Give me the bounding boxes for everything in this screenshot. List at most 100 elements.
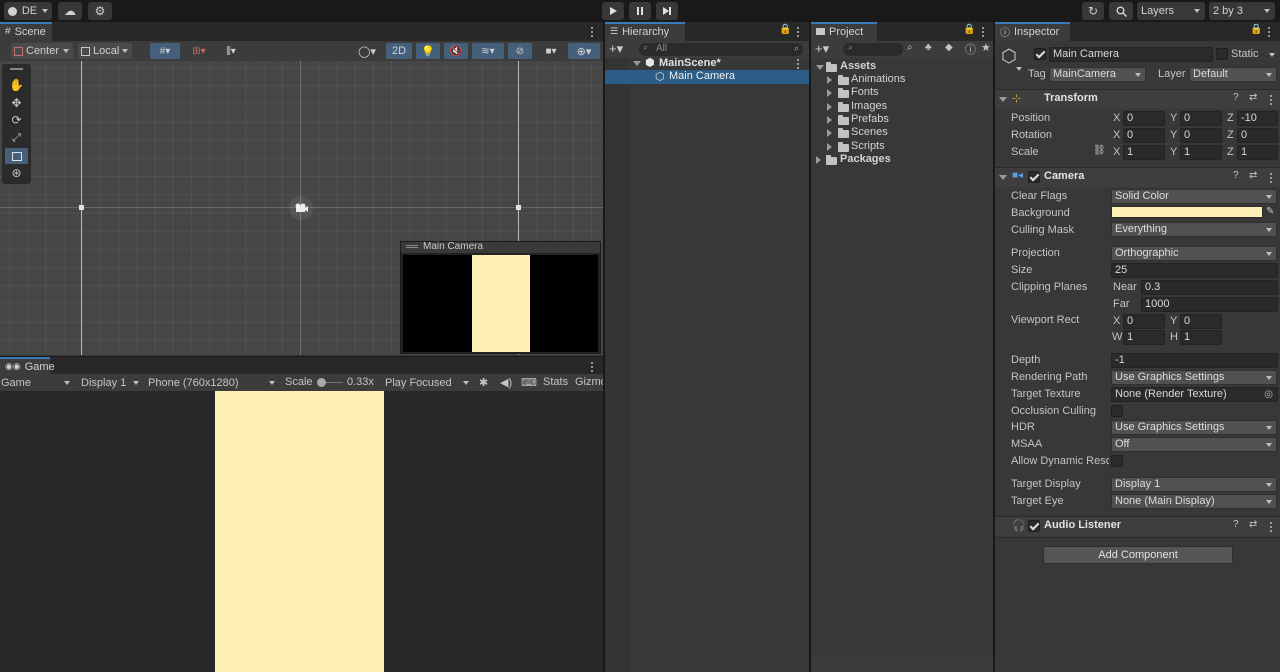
help-icon[interactable]: ? (1233, 519, 1239, 530)
lock-icon[interactable]: 🔒 (963, 24, 975, 35)
culling-mask-dropdown[interactable]: Everything (1111, 222, 1277, 237)
stats-button[interactable]: Stats (543, 376, 568, 388)
rect-tool[interactable] (5, 148, 28, 164)
pivot-dropdown[interactable]: Center (11, 43, 73, 59)
object-active-checkbox[interactable] (1034, 48, 1046, 60)
project-folder-animations[interactable]: Animations (851, 73, 905, 85)
projection-dropdown[interactable]: Orthographic (1111, 246, 1277, 261)
chevron-right-icon[interactable] (827, 143, 832, 151)
scale-slider-thumb[interactable] (317, 378, 326, 387)
game-resolution-dropdown[interactable]: Phone (760x1280) (148, 374, 278, 391)
chevron-down-icon[interactable] (1269, 53, 1275, 57)
hierarchy-search-input[interactable]: ⌕ All ⌕ (639, 42, 803, 56)
layers-dropdown[interactable]: Layers (1137, 2, 1205, 20)
layer-dropdown[interactable]: Default (1189, 67, 1277, 82)
position-x-field[interactable]: 0 (1123, 111, 1165, 126)
rotation-z-field[interactable]: 0 (1237, 128, 1278, 143)
dynamic-resolution-checkbox[interactable] (1111, 455, 1123, 467)
tab-scene[interactable]: # Scene (0, 22, 52, 41)
rotate-tool[interactable]: ⟳ (5, 112, 28, 128)
gizmos-button[interactable]: ⊕▾ (568, 43, 600, 59)
project-folder-prefabs[interactable]: Prefabs (851, 113, 889, 125)
project-folder-scripts[interactable]: Scripts (851, 140, 885, 152)
position-z-field[interactable]: -10 (1237, 111, 1278, 126)
chevron-right-icon[interactable] (827, 103, 832, 111)
chevron-down-icon[interactable] (816, 65, 824, 70)
link-icon[interactable]: ⛓ (1093, 145, 1106, 156)
space-dropdown[interactable]: Local (78, 43, 132, 59)
history-button[interactable]: ↻ (1082, 2, 1104, 20)
near-field[interactable]: 0.3 (1141, 280, 1278, 295)
chevron-down-icon[interactable] (999, 175, 1007, 180)
tag-dropdown[interactable]: MainCamera (1049, 67, 1146, 82)
hierarchy-scene-row[interactable]: ⬢ MainScene* (605, 56, 809, 71)
chevron-right-icon[interactable] (827, 129, 832, 137)
project-search-input[interactable]: ⌕ (843, 42, 903, 56)
search-filter-icon[interactable]: ⌕ (794, 43, 799, 54)
chevron-right-icon[interactable] (816, 156, 821, 164)
bug-icon[interactable]: ✱ (479, 376, 488, 389)
clear-flags-dropdown[interactable]: Solid Color (1111, 189, 1277, 204)
position-y-field[interactable]: 0 (1180, 111, 1222, 126)
size-field[interactable]: 25 (1111, 263, 1278, 278)
collab-button[interactable]: ⚙ (88, 2, 112, 20)
favorite-star-icon[interactable]: ★ (981, 41, 991, 54)
object-name-field[interactable]: Main Camera (1049, 47, 1213, 62)
camera-enabled-checkbox[interactable] (1028, 171, 1040, 183)
project-menu-icon[interactable] (982, 25, 985, 39)
target-eye-dropdown[interactable]: None (Main Display) (1111, 494, 1277, 509)
effects-toggle[interactable]: ≋▾ (472, 43, 504, 59)
scene-menu-icon[interactable] (591, 25, 594, 39)
create-asset-button[interactable]: +▾ (815, 41, 829, 57)
help-icon[interactable]: ? (1233, 92, 1239, 103)
inspector-menu-icon[interactable] (1268, 25, 1271, 39)
viewport-y-field[interactable]: 0 (1180, 314, 1222, 329)
scale-tool[interactable]: ⤢ (5, 130, 28, 146)
component-menu-icon[interactable] (1270, 520, 1273, 534)
chevron-right-icon[interactable] (827, 76, 832, 84)
audio-listener-enabled-checkbox[interactable] (1028, 520, 1040, 532)
eyedropper-icon[interactable]: ✎ (1266, 206, 1274, 217)
game-mode-dropdown[interactable]: Game (1, 374, 73, 391)
tab-project[interactable]: Project (811, 22, 877, 41)
gameobject-cube-icon[interactable]: ⬡ (1001, 46, 1017, 67)
filter-type-icon[interactable]: ♣ (925, 42, 932, 53)
pause-button[interactable] (629, 2, 651, 20)
scene-viewport[interactable]: ✋ ✥ ⟳ ⤢ ⊛ Main Camera (0, 61, 603, 355)
preset-icon[interactable]: ⇄ (1249, 519, 1257, 530)
chevron-down-icon[interactable] (999, 97, 1007, 102)
far-field[interactable]: 1000 (1141, 297, 1278, 312)
grid-snap-button[interactable]: #▾ (150, 43, 180, 59)
project-folder-images[interactable]: Images (851, 100, 887, 112)
lock-icon[interactable]: 🔒 (1250, 24, 1262, 35)
chevron-right-icon[interactable] (827, 116, 832, 124)
scale-z-field[interactable]: 1 (1237, 145, 1278, 160)
lock-icon[interactable]: 🔒 (779, 24, 791, 35)
add-component-button[interactable]: Add Component (1043, 546, 1233, 564)
chevron-right-icon[interactable] (827, 89, 832, 97)
help-icon[interactable]: ? (1233, 170, 1239, 181)
hierarchy-menu-icon[interactable] (797, 25, 800, 39)
object-picker-icon[interactable]: ◎ (1264, 388, 1273, 401)
chevron-down-icon[interactable] (633, 61, 641, 66)
mute-audio-icon[interactable]: ◀) (500, 376, 512, 389)
game-menu-icon[interactable] (591, 360, 594, 374)
label-tag-icon[interactable]: ◆ (945, 42, 953, 53)
occlusion-culling-checkbox[interactable] (1111, 405, 1123, 417)
align-button[interactable]: ⫼▾ (216, 43, 246, 59)
project-root-packages[interactable]: Packages (840, 153, 891, 165)
static-checkbox[interactable] (1216, 48, 1228, 60)
rendering-path-dropdown[interactable]: Use Graphics Settings (1111, 370, 1277, 385)
rotation-x-field[interactable]: 0 (1123, 128, 1165, 143)
project-folder-scenes[interactable]: Scenes (851, 126, 888, 138)
2d-toggle[interactable]: 2D (386, 43, 412, 59)
visibility-toggle[interactable]: ⊘ (508, 43, 532, 59)
play-focused-dropdown[interactable]: Play Focused (385, 374, 471, 391)
viewport-x-field[interactable]: 0 (1123, 314, 1165, 329)
chevron-down-icon[interactable] (1016, 67, 1022, 71)
layout-dropdown[interactable]: 2 by 3 (1209, 2, 1275, 20)
account-dropdown[interactable]: DE (4, 2, 52, 20)
preview-grip-icon[interactable] (406, 245, 418, 248)
project-folder-fonts[interactable]: Fonts (851, 86, 879, 98)
search-button[interactable] (1109, 2, 1133, 20)
